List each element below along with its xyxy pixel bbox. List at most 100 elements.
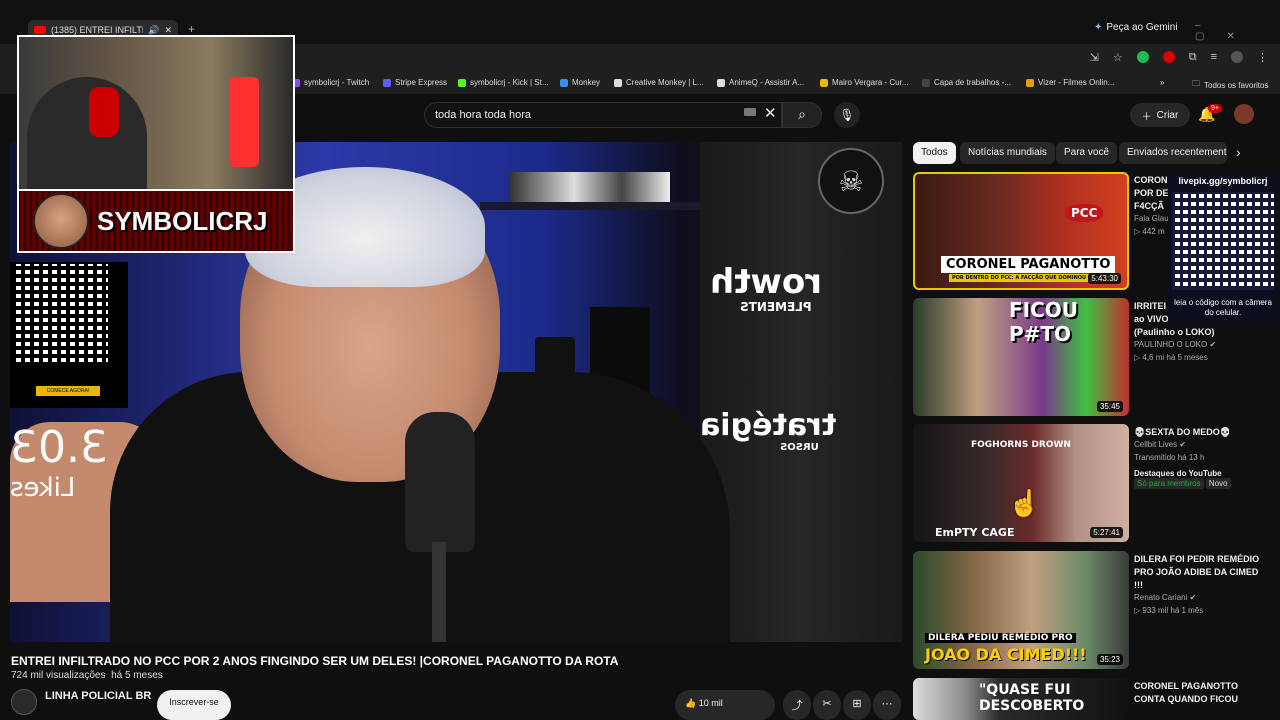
skull-logo-icon: ☠ (818, 148, 884, 214)
bookmark-label: symbolicrj - Kick | St... (470, 78, 549, 87)
user-avatar[interactable] (1234, 104, 1254, 124)
bookmark-item[interactable]: symbolicrj - Twitch (292, 78, 369, 87)
video-thumbnail[interactable]: DILERA PEDIU REMÉDIO PRO JOAO DA CIMED!!… (913, 551, 1129, 669)
bookmark-favicon-icon (560, 78, 568, 87)
video-thumbnail[interactable]: FICOU P#TO 35:45 (913, 298, 1129, 416)
extensions-puzzle-icon[interactable]: ⧉ (1189, 51, 1197, 64)
like-button[interactable]: 👍 10 mil (675, 690, 775, 720)
title-line: PRO JOÃO ADIBE DA CIMED (1134, 567, 1259, 577)
all-bookmarks-folder[interactable]: 🗀 Todos os favoritos (1192, 78, 1268, 92)
chip-noticias-mundiais[interactable]: Notícias mundiais (960, 142, 1055, 164)
video-thumbnail[interactable]: FOGHORNS DROWN EmPTY CAGE 5:27:41 (913, 424, 1129, 542)
channel-label: Cellbit Lives (1134, 440, 1178, 449)
save-button[interactable]: ⊞ (843, 690, 871, 720)
wall-sign-estrategia: tratégia (700, 408, 837, 443)
recommendation-item[interactable]: "QUASE FUI DESCOBERTO CORONEL PAGANOTTO … (913, 678, 1273, 720)
wall-sign-growth-sub: PLEMENTS (740, 300, 812, 314)
recommendation-title: 💀SEXTA DO MEDO💀 (1134, 426, 1242, 439)
bookmark-item[interactable]: Mairo Vergara - Cur... (820, 78, 908, 87)
chip-enviados-recentemente[interactable]: Enviados recentemente (1119, 142, 1227, 164)
chip-todos[interactable]: Todos (913, 142, 956, 164)
chip-para-voce[interactable]: Para você (1056, 142, 1118, 164)
channel-label: Renato Cariani (1134, 593, 1188, 602)
thumbnail-title: DILERA PEDIU REMÉDIO PRO (925, 633, 1076, 643)
install-icon[interactable]: ⇲ (1090, 51, 1099, 64)
microphone-pole (432, 542, 446, 642)
search-input[interactable]: toda hora toda hora (424, 102, 782, 128)
video-meta: 724 mil visualizações há 5 meses (11, 670, 163, 681)
clip-button[interactable]: ✂ (813, 690, 841, 720)
window-controls[interactable]: –▢✕ (1195, 20, 1280, 42)
keyboard-icon[interactable] (744, 108, 756, 116)
channel-avatar[interactable] (11, 689, 37, 715)
bookmark-item[interactable]: Vizer - Filmes Onlin... (1026, 78, 1114, 87)
subscribe-button[interactable]: Inscrever-se (157, 690, 231, 720)
qr-code-icon (1172, 192, 1274, 290)
video-thumbnail[interactable]: PCC CORONEL PAGANOTTO POR DENTRO DO PCC:… (913, 172, 1129, 290)
bookmark-item[interactable]: Monkey (560, 78, 600, 87)
video-thumbnail[interactable]: "QUASE FUI DESCOBERTO (913, 678, 1129, 720)
folder-icon: 🗀 (1192, 79, 1200, 88)
members-row: Só para membros Novo (1134, 478, 1231, 489)
webcam-microphone (229, 77, 259, 167)
profile-icon[interactable] (1231, 51, 1243, 63)
bookmark-item[interactable]: Creative Monkey | L... (614, 78, 704, 87)
tab-title: (1385) ENTREI INFILTRADO (51, 25, 143, 35)
close-tab-icon[interactable]: ✕ (164, 25, 172, 36)
notification-badge: 9+ (1208, 104, 1222, 113)
clear-search-icon[interactable]: ✕ (764, 104, 777, 122)
recommendation-channel[interactable]: Cellbit Lives ✔ (1134, 440, 1186, 449)
thumbnail-title: CORONEL PAGANOTTO (941, 256, 1116, 273)
recommendation-meta: Transmitido há 13 h (1134, 453, 1205, 462)
overlay-qr-panel: COMECE AGORA! (10, 262, 128, 408)
bookmark-star-icon[interactable]: ☆ (1113, 51, 1123, 64)
bookmark-label: Creative Monkey | L... (626, 78, 704, 87)
more-actions-button[interactable]: ⋯ (873, 690, 901, 720)
recommendation-meta: ▷ 933 mil há 1 mês (1134, 606, 1204, 615)
voice-search-button[interactable]: 🎙 (834, 102, 860, 128)
recommendation-channel[interactable]: Fala Glau (1134, 214, 1169, 223)
bookmark-label: Capa de trabalhos -... (934, 78, 1011, 87)
qr-url: livepix.gg/symbolicrj (1178, 176, 1268, 186)
microphone-icon: 🎙 (839, 108, 855, 122)
menu-icon[interactable]: ⋮ (1257, 51, 1268, 64)
recommendation-channel[interactable]: PAULINHO O LOKO ✔ (1134, 340, 1216, 349)
bookmark-label: AnimeQ - Assistir A... (729, 78, 805, 87)
bookmark-label: Mairo Vergara - Cur... (832, 78, 909, 87)
duration-badge: 35:45 (1096, 401, 1123, 412)
streamer-webcam (17, 35, 295, 191)
bookmark-item[interactable]: symbolicrj - Kick | St... (458, 78, 549, 87)
bookmark-label: Vizer - Filmes Onlin... (1038, 78, 1115, 87)
bookmark-item[interactable]: AnimeQ - Assistir A... (717, 78, 804, 87)
gemini-icon: ✦ (1094, 22, 1103, 33)
recommendation-item[interactable]: FOGHORNS DROWN EmPTY CAGE 5:27:41 💀SEXTA… (913, 424, 1273, 542)
new-badge: Novo (1205, 478, 1231, 489)
extension-icon[interactable] (1162, 51, 1175, 63)
recommendation-title: CORONEL PAGANOTTO CONTA QUANDO FICOU (1134, 680, 1273, 706)
bookmark-favicon-icon (922, 78, 930, 87)
new-tab-icon[interactable]: + (188, 22, 195, 36)
verified-icon: ✔ (1209, 340, 1217, 349)
bookmark-label: Stripe Express (395, 78, 448, 87)
share-button[interactable]: ⤴ (783, 690, 811, 720)
search-button[interactable]: ⌕ (782, 102, 822, 128)
recommendation-meta: ▷ 4,6 mi há 5 meses (1134, 353, 1208, 362)
media-icon[interactable]: ≡ (1211, 51, 1217, 64)
extension-icon[interactable] (1136, 51, 1149, 63)
bookmarks-overflow-icon[interactable]: » (1160, 78, 1164, 87)
chevron-right-icon[interactable]: › (1236, 144, 1241, 160)
shelf-books (510, 172, 670, 202)
speaker-icon[interactable]: 🔊 (148, 25, 159, 36)
recommendation-item[interactable]: DILERA PEDIU REMÉDIO PRO JOAO DA CIMED!!… (913, 551, 1273, 669)
title-line: (Paulinho o LOKO) (1134, 327, 1215, 337)
gemini-button[interactable]: ✦ Peça ao Gemini (1094, 22, 1178, 33)
bookmark-item[interactable]: Stripe Express (383, 78, 447, 87)
bookmark-item[interactable]: Capa de trabalhos -... (922, 78, 1011, 87)
create-button[interactable]: ＋ Criar (1130, 103, 1190, 127)
qr-cta: COMECE AGORA! (36, 386, 100, 396)
likes-number: 3.03 (10, 422, 108, 473)
duration-badge: 5:43:30 (1088, 273, 1121, 284)
recommendation-channel[interactable]: Renato Cariani ✔ (1134, 593, 1196, 602)
channel-name[interactable]: LINHA POLICIAL BR (45, 690, 151, 702)
likes-label: Likes (10, 473, 76, 503)
